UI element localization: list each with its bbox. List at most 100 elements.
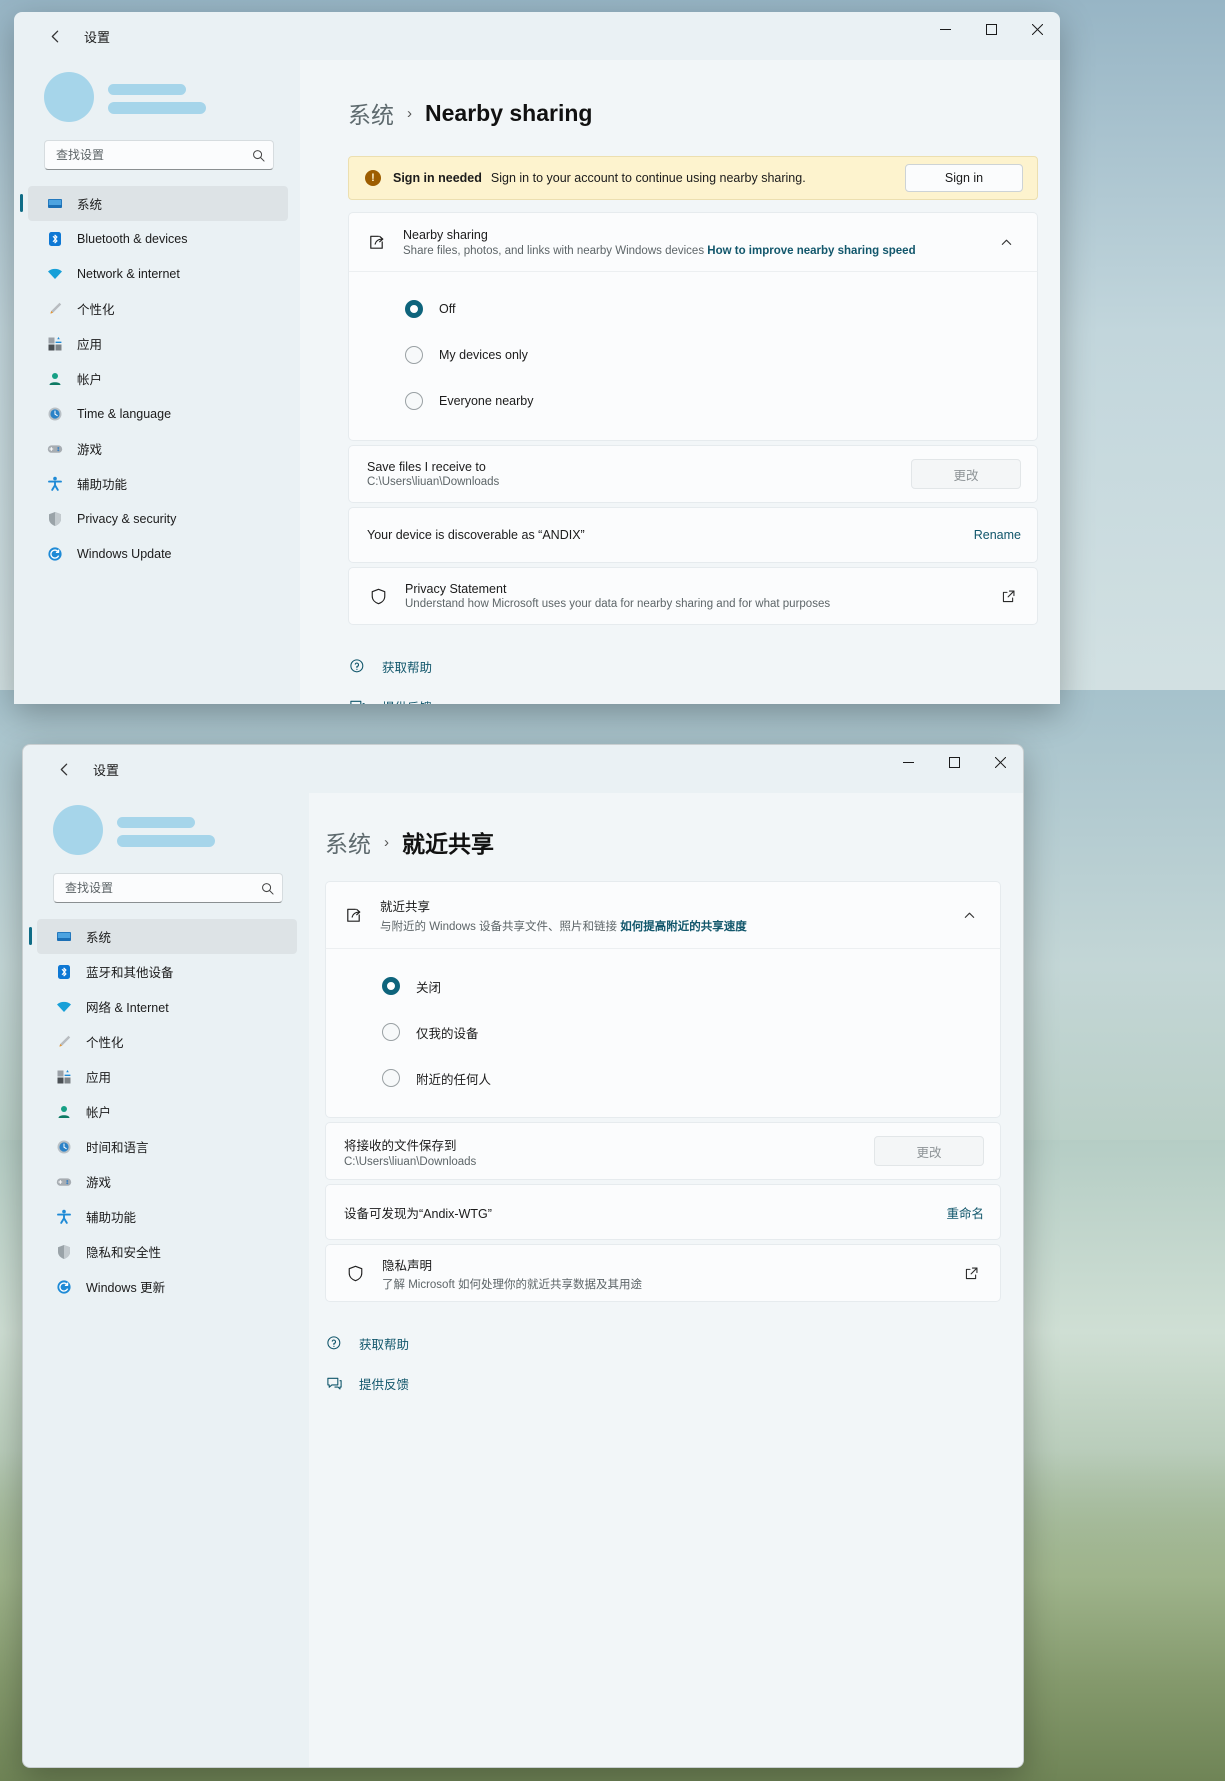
- sidebar-item-bluetooth[interactable]: 蓝牙和其他设备: [37, 954, 297, 989]
- breadcrumb-root[interactable]: 系统: [325, 825, 371, 859]
- close-button[interactable]: [977, 745, 1023, 779]
- sidebar-item-system[interactable]: 系统: [29, 919, 297, 954]
- system-icon: [46, 195, 63, 212]
- radio-option-everyone-nearby[interactable]: 附近的任何人: [326, 1055, 1000, 1101]
- sidebar-item-label: 系统: [77, 198, 103, 212]
- sidebar-item-label: 游戏: [77, 443, 103, 457]
- sidebar-item-apps[interactable]: 应用: [28, 326, 288, 361]
- breadcrumb-separator: ›: [407, 104, 412, 122]
- sidebar-item-privacy-security[interactable]: 隐私和安全性: [37, 1234, 297, 1269]
- sidebar-item-bluetooth[interactable]: Bluetooth & devices: [28, 221, 288, 256]
- sidebar-item-accounts[interactable]: 帐户: [37, 1094, 297, 1129]
- give-feedback-link[interactable]: 提供反馈: [325, 1368, 1001, 1398]
- card-subtitle: Share files, photos, and links with near…: [403, 244, 705, 257]
- radio-option-my-devices-only[interactable]: 仅我的设备: [326, 1009, 1000, 1055]
- search-settings-box[interactable]: [44, 140, 274, 170]
- redacted-user-name: [117, 813, 215, 847]
- improve-speed-link[interactable]: 如何提高附近的共享速度: [620, 921, 747, 933]
- search-input[interactable]: [65, 881, 261, 895]
- privacy-statement-title: 隐私声明: [382, 1258, 433, 1273]
- sidebar-item-apps[interactable]: 应用: [37, 1059, 297, 1094]
- improve-speed-link[interactable]: How to improve nearby sharing speed: [707, 245, 915, 257]
- avatar: [53, 805, 103, 855]
- save-files-title: Save files I receive to: [367, 460, 486, 474]
- rename-button[interactable]: 重命名: [946, 1203, 984, 1222]
- close-button[interactable]: [1014, 12, 1060, 46]
- radio-option-off[interactable]: 关闭: [326, 963, 1000, 1009]
- sidebar-item-label: 个性化: [77, 303, 115, 317]
- privacy-statement-row[interactable]: Privacy Statement Understand how Microso…: [348, 567, 1038, 625]
- minimize-button[interactable]: [922, 12, 968, 46]
- sidebar-item-accounts[interactable]: 帐户: [28, 361, 288, 396]
- sidebar-item-time-language[interactable]: Time & language: [28, 396, 288, 431]
- radio-option-my-devices-only[interactable]: My devices only: [349, 332, 1037, 378]
- sidebar-item-time-language[interactable]: 时间和语言: [37, 1129, 297, 1164]
- sign-in-button[interactable]: Sign in: [905, 164, 1023, 192]
- time-language-icon: [46, 405, 63, 422]
- sidebar-item-gaming[interactable]: 游戏: [28, 431, 288, 466]
- sidebar-item-label: Windows 更新: [86, 1281, 166, 1295]
- rename-button[interactable]: Rename: [974, 528, 1021, 542]
- sidebar-item-gaming[interactable]: 游戏: [37, 1164, 297, 1199]
- sidebar-item-privacy-security[interactable]: Privacy & security: [28, 501, 288, 536]
- bluetooth-icon: [55, 963, 72, 980]
- redacted-user-name: [108, 80, 206, 114]
- back-arrow-icon[interactable]: [38, 19, 72, 53]
- chevron-up-icon[interactable]: [991, 227, 1021, 257]
- footer-links: 获取帮助 提供反馈: [325, 1306, 1001, 1398]
- search-settings-box[interactable]: [53, 873, 283, 903]
- sidebar-item-network[interactable]: 网络 & Internet: [37, 989, 297, 1024]
- maximize-button[interactable]: [931, 745, 977, 779]
- sidebar-item-windows-update[interactable]: Windows 更新: [37, 1269, 297, 1304]
- give-feedback-link[interactable]: 提供反馈: [348, 691, 1038, 704]
- search-input[interactable]: [56, 148, 252, 162]
- breadcrumb-separator: ›: [384, 833, 389, 851]
- share-icon: [365, 231, 387, 253]
- radio-label: 关闭: [416, 980, 442, 995]
- change-folder-button[interactable]: 更改: [911, 459, 1021, 489]
- banner-text: Sign in to your account to continue usin…: [490, 171, 806, 185]
- user-profile[interactable]: [14, 60, 300, 140]
- sidebar-item-accessibility[interactable]: 辅助功能: [28, 466, 288, 501]
- breadcrumb-root[interactable]: 系统: [348, 96, 394, 130]
- sidebar-item-network[interactable]: Network & internet: [28, 256, 288, 291]
- shield-icon: [367, 585, 389, 607]
- sidebar-item-windows-update[interactable]: Windows Update: [28, 536, 288, 571]
- sidebar-item-label: 蓝牙和其他设备: [86, 966, 174, 980]
- sidebar-item-accessibility[interactable]: 辅助功能: [37, 1199, 297, 1234]
- window-controls: [922, 12, 1060, 60]
- get-help-link[interactable]: 获取帮助: [348, 651, 1038, 681]
- device-discoverable-text: Your device is discoverable as “ANDIX”: [367, 528, 585, 542]
- sidebar-item-label: Privacy & security: [77, 511, 177, 526]
- sidebar-item-label: 应用: [77, 338, 103, 352]
- change-folder-button[interactable]: 更改: [874, 1136, 984, 1166]
- external-link-icon[interactable]: [958, 1260, 984, 1286]
- footer-links: 获取帮助 提供反馈: [348, 629, 1038, 704]
- maximize-button[interactable]: [968, 12, 1014, 46]
- personalization-icon: [46, 300, 63, 317]
- sidebar-item-label: Bluetooth & devices: [77, 231, 188, 246]
- warning-icon: !: [365, 170, 381, 186]
- gaming-icon: [46, 440, 63, 457]
- sidebar-item-personalization[interactable]: 个性化: [28, 291, 288, 326]
- feedback-icon: [325, 1374, 343, 1392]
- radio-option-off[interactable]: Off: [349, 286, 1037, 332]
- radio-option-everyone-nearby[interactable]: Everyone nearby: [349, 378, 1037, 424]
- get-help-link[interactable]: 获取帮助: [325, 1328, 1001, 1358]
- page-title: 就近共享: [402, 831, 494, 857]
- accessibility-icon: [46, 475, 63, 492]
- user-profile[interactable]: [23, 793, 309, 873]
- accessibility-icon: [55, 1208, 72, 1225]
- privacy-statement-row[interactable]: 隐私声明 了解 Microsoft 如何处理你的就近共享数据及其用途: [325, 1244, 1001, 1302]
- sidebar-item-personalization[interactable]: 个性化: [37, 1024, 297, 1059]
- device-discoverable-row: Your device is discoverable as “ANDIX” R…: [348, 507, 1038, 563]
- breadcrumb: 系统 › Nearby sharing: [348, 60, 1038, 156]
- back-arrow-icon[interactable]: [47, 752, 81, 786]
- apps-icon: [46, 335, 63, 352]
- external-link-icon[interactable]: [995, 583, 1021, 609]
- sidebar-item-system[interactable]: 系统: [20, 186, 288, 221]
- minimize-button[interactable]: [885, 745, 931, 779]
- chevron-up-icon[interactable]: [954, 900, 984, 930]
- window-title: 设置: [93, 762, 120, 778]
- share-icon: [342, 904, 364, 926]
